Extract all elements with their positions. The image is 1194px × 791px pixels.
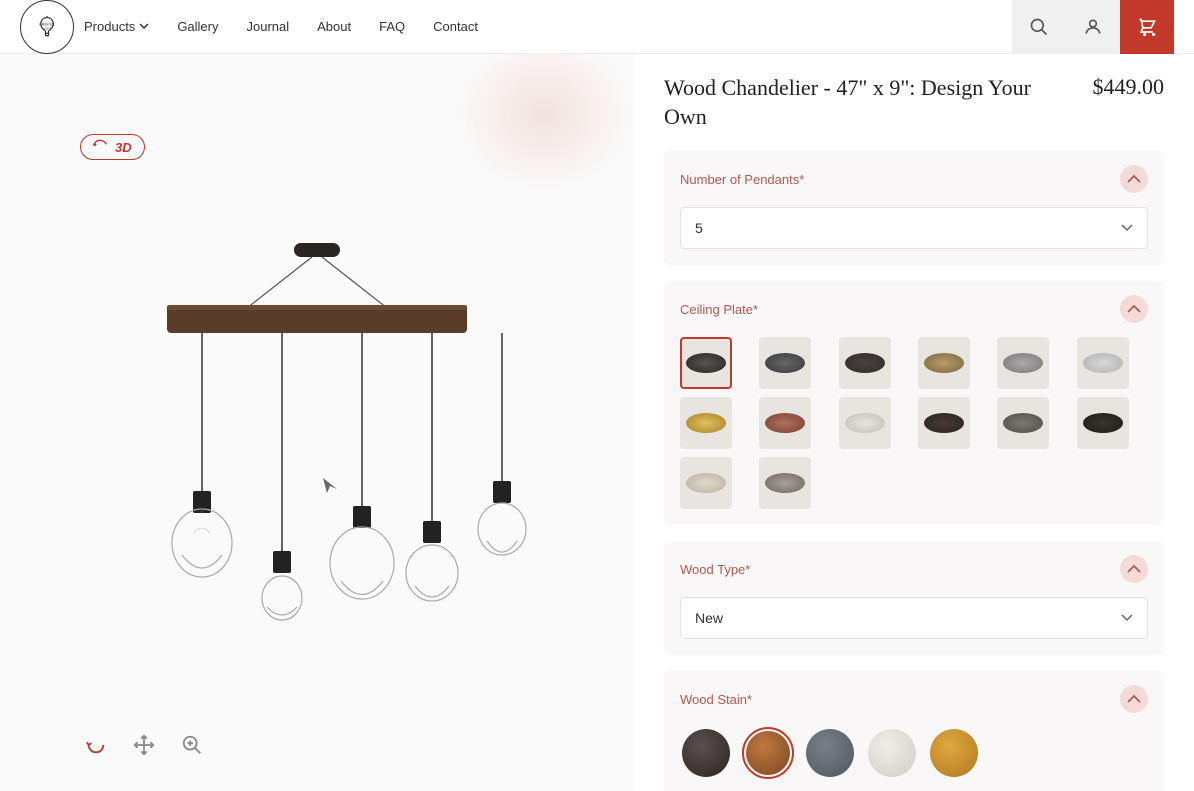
nav-products[interactable]: Products xyxy=(84,19,149,34)
wood-type-label: Wood Type* xyxy=(680,562,750,577)
wood-stain-body xyxy=(664,727,1164,791)
chevron-down-icon xyxy=(139,23,149,30)
plate-option-10[interactable] xyxy=(918,397,970,449)
stain-grid xyxy=(680,727,1148,779)
nav-journal[interactable]: Journal xyxy=(247,19,290,34)
navigation: HANGOUT LIGHT Products Gallery Journal A… xyxy=(0,0,1194,54)
stain-option-walnut[interactable] xyxy=(742,727,794,779)
nav-actions xyxy=(1012,0,1174,54)
stain-option-natural[interactable] xyxy=(928,727,980,779)
cart-button[interactable] xyxy=(1120,0,1174,54)
chevron-up-icon xyxy=(1127,302,1141,316)
plate-option-6[interactable] xyxy=(1077,337,1129,389)
logo[interactable]: HANGOUT LIGHT xyxy=(20,0,74,54)
plate-option-1[interactable] xyxy=(680,337,732,389)
viewer-controls xyxy=(80,729,208,761)
cart-icon xyxy=(1137,17,1157,37)
3d-view-badge[interactable]: 3D xyxy=(80,134,145,160)
wood-stain-chevron[interactable] xyxy=(1120,685,1148,713)
zoom-control[interactable] xyxy=(176,729,208,761)
chevron-up-icon xyxy=(1127,692,1141,706)
decoration-blob xyxy=(454,54,634,194)
chevron-up-icon xyxy=(1127,172,1141,186)
stain-option-dark[interactable] xyxy=(680,727,732,779)
plate-option-8[interactable] xyxy=(759,397,811,449)
nav-faq[interactable]: FAQ xyxy=(379,19,405,34)
ceiling-plate-header[interactable]: Ceiling Plate* xyxy=(664,281,1164,337)
wood-stain-section: Wood Stain* xyxy=(664,671,1164,791)
plate-option-7[interactable] xyxy=(680,397,732,449)
plate-option-2[interactable] xyxy=(759,337,811,389)
wood-type-header[interactable]: Wood Type* xyxy=(664,541,1164,597)
search-button[interactable] xyxy=(1012,0,1066,54)
svg-text:HANGOUT: HANGOUT xyxy=(39,22,55,26)
ceiling-plate-body xyxy=(664,337,1164,525)
main-layout: 3D xyxy=(0,54,1194,791)
stain-option-grey[interactable] xyxy=(804,727,856,779)
plate-option-14[interactable] xyxy=(759,457,811,509)
plate-option-5[interactable] xyxy=(997,337,1049,389)
wood-stain-header[interactable]: Wood Stain* xyxy=(664,671,1164,727)
pan-control[interactable] xyxy=(128,729,160,761)
plate-option-9[interactable] xyxy=(839,397,891,449)
plate-option-3[interactable] xyxy=(839,337,891,389)
ceiling-plate-chevron[interactable] xyxy=(1120,295,1148,323)
product-config-panel: Wood Chandelier - 47" x 9": Design Your … xyxy=(634,54,1194,791)
wood-type-section: Wood Type* New Reclaimed Live Edge xyxy=(664,541,1164,655)
ceiling-plate-section: Ceiling Plate* xyxy=(664,281,1164,525)
plate-option-4[interactable] xyxy=(918,337,970,389)
rotate-icon xyxy=(93,139,109,155)
wood-stain-label: Wood Stain* xyxy=(680,692,752,707)
rotate-control[interactable] xyxy=(80,729,112,761)
plate-grid xyxy=(680,337,1148,509)
search-icon xyxy=(1029,17,1049,37)
wood-type-select[interactable]: New Reclaimed Live Edge xyxy=(680,597,1148,639)
product-header: Wood Chandelier - 47" x 9": Design Your … xyxy=(664,74,1164,131)
pendants-select[interactable]: 1 2 3 4 5 6 7 8 xyxy=(680,207,1148,249)
pendants-label: Number of Pendants* xyxy=(680,172,804,187)
stain-option-white[interactable] xyxy=(866,727,918,779)
wood-type-chevron[interactable] xyxy=(1120,555,1148,583)
viewer-panel: 3D xyxy=(0,54,634,791)
pendants-header[interactable]: Number of Pendants* xyxy=(664,151,1164,207)
plate-option-11[interactable] xyxy=(997,397,1049,449)
product-title: Wood Chandelier - 47" x 9": Design Your … xyxy=(664,74,1073,131)
user-icon xyxy=(1083,17,1103,37)
pendants-body: 1 2 3 4 5 6 7 8 xyxy=(664,207,1164,265)
nav-contact[interactable]: Contact xyxy=(433,19,478,34)
nav-links: Products Gallery Journal About FAQ Conta… xyxy=(84,19,1012,34)
nav-gallery[interactable]: Gallery xyxy=(177,19,218,34)
plate-option-13[interactable] xyxy=(680,457,732,509)
nav-about[interactable]: About xyxy=(317,19,351,34)
pendants-section: Number of Pendants* 1 2 3 4 5 6 7 8 xyxy=(664,151,1164,265)
plate-option-12[interactable] xyxy=(1077,397,1129,449)
chandelier-viewer xyxy=(67,213,567,633)
chandelier-image xyxy=(67,213,567,633)
ceiling-plate-label: Ceiling Plate* xyxy=(680,302,758,317)
pendants-chevron[interactable] xyxy=(1120,165,1148,193)
product-price: $449.00 xyxy=(1093,74,1165,100)
wood-type-body: New Reclaimed Live Edge xyxy=(664,597,1164,655)
account-button[interactable] xyxy=(1066,0,1120,54)
chevron-up-icon xyxy=(1127,562,1141,576)
svg-text:LIGHT: LIGHT xyxy=(43,26,51,30)
